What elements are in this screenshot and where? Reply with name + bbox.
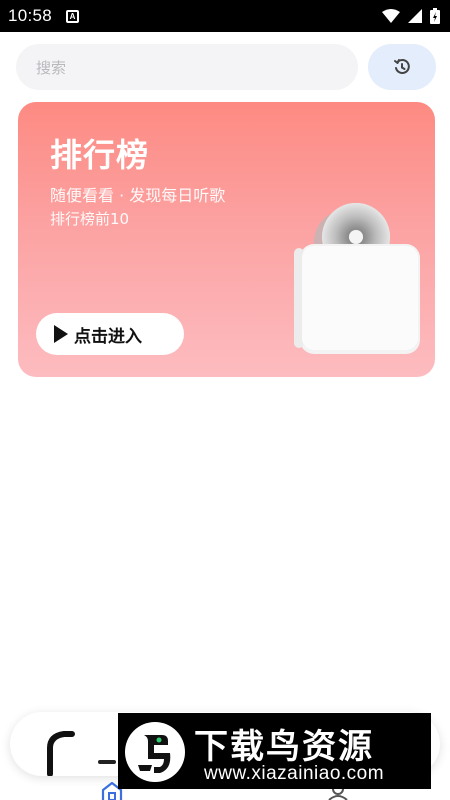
ranking-subtitle: 随便看看 · 发现每日听歌	[50, 186, 226, 205]
watermark-title: 下载鸟资源	[194, 727, 374, 767]
search-placeholder: 搜索	[36, 58, 67, 77]
watermark-url: www.xiazainiao.com	[204, 763, 385, 784]
notification-icon: A	[66, 9, 80, 23]
play-icon	[54, 325, 68, 343]
ranking-caption: 排行榜前10	[50, 210, 130, 228]
bird-logo-icon	[125, 722, 185, 782]
history-icon	[394, 59, 410, 74]
watermark-banner: 下载鸟资源 www.xiazainiao.com	[118, 713, 431, 789]
enter-button[interactable]: 点击进入	[36, 313, 184, 355]
bottom-nav-graphic	[47, 731, 75, 776]
search-input[interactable]: 搜索	[16, 44, 358, 90]
album-disc-illustration	[294, 203, 420, 354]
status-time: 10:58	[8, 6, 53, 25]
battery-icon	[430, 8, 440, 24]
history-button[interactable]	[368, 44, 436, 90]
status-bar: 10:58 A	[0, 0, 450, 32]
ranking-card[interactable]: 排行榜 随便看看 · 发现每日听歌 排行榜前10 点击进入	[18, 102, 435, 377]
bottom-nav-indicator	[98, 760, 116, 764]
cell-signal-icon	[408, 9, 422, 23]
ranking-title: 排行榜	[50, 136, 150, 174]
wifi-icon	[382, 9, 400, 23]
enter-button-label: 点击进入	[74, 326, 142, 347]
